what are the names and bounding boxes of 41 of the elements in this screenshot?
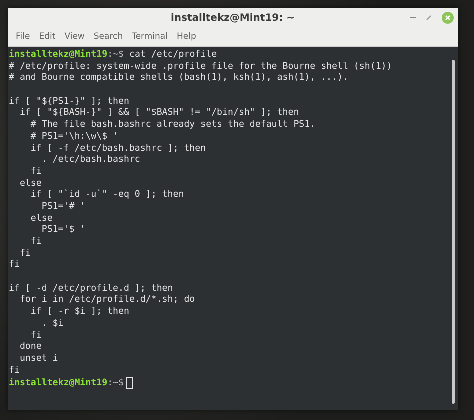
output-line: if [ -d /etc/profile.d ]; then (9, 284, 174, 295)
output-line: if [ "`id -u`" -eq 0 ]; then (30, 190, 186, 202)
output-line: # The file bash.bashrc already sets the default PS1. (30, 120, 317, 132)
output-line: . /etc/bash.bashrc (42, 155, 142, 167)
output-line: fi (9, 366, 21, 378)
maximize-icon[interactable] (426, 15, 432, 21)
output-line: . $i (40, 318, 65, 330)
output-line: # PS1='\h:\w\$ ' (30, 132, 120, 144)
menu-item[interactable]: Help (173, 31, 200, 43)
menu-item[interactable]: File (12, 31, 34, 43)
output-line: fi (30, 166, 43, 179)
output-line: if [ -f /etc/bash.bashrc ]; then (30, 144, 208, 155)
output-line: fi (30, 330, 43, 342)
output-line: # /etc/profile: system-wide .profile file for the Bourne shell (sh(1)) (9, 62, 394, 73)
menu-item[interactable]: Edit (35, 31, 60, 43)
output-line: fi (30, 237, 43, 249)
prompt-path: :~$ (108, 50, 124, 60)
menu-item[interactable]: Search (90, 31, 128, 43)
output-line: if [ "${BASH-}" ] && [ "$BASH" != "/bin/sh" ]; then (18, 108, 300, 120)
output-line: fi (20, 248, 32, 260)
output-line: done (18, 342, 43, 354)
minimize-icon[interactable] (410, 17, 416, 19)
output-line: else (18, 178, 43, 190)
window-title: installtekz@Mint19: ~ (171, 12, 295, 24)
output-line: else (30, 214, 54, 225)
output-line: if [ -r $i ]; then (30, 307, 130, 319)
prompt-user: installtekz@Mint19 (9, 378, 108, 389)
close-icon[interactable] (442, 12, 454, 24)
menu-item[interactable]: View (60, 31, 89, 43)
output-line: for i in /etc/profile.d/*.sh; do (18, 295, 196, 307)
command-text: cat /etc/profile (128, 50, 218, 60)
output-line: PS1='# ' (40, 202, 87, 214)
prompt-user: installtekz@Mint19 (9, 50, 108, 60)
output-line: if [ "${PS1-}" ]; then (9, 96, 130, 108)
scrollbar[interactable] (452, 60, 455, 404)
output-line: PS1='$ ' (42, 225, 87, 237)
menu-item[interactable]: Terminal (128, 31, 172, 43)
output-line: fi (9, 260, 21, 272)
output-line: # and Bourne compatible shells (bash(1), ksh(1), ash(1), ...). (9, 73, 350, 86)
prompt-path: :~$ (108, 378, 124, 389)
output-line: unset i (18, 354, 60, 366)
